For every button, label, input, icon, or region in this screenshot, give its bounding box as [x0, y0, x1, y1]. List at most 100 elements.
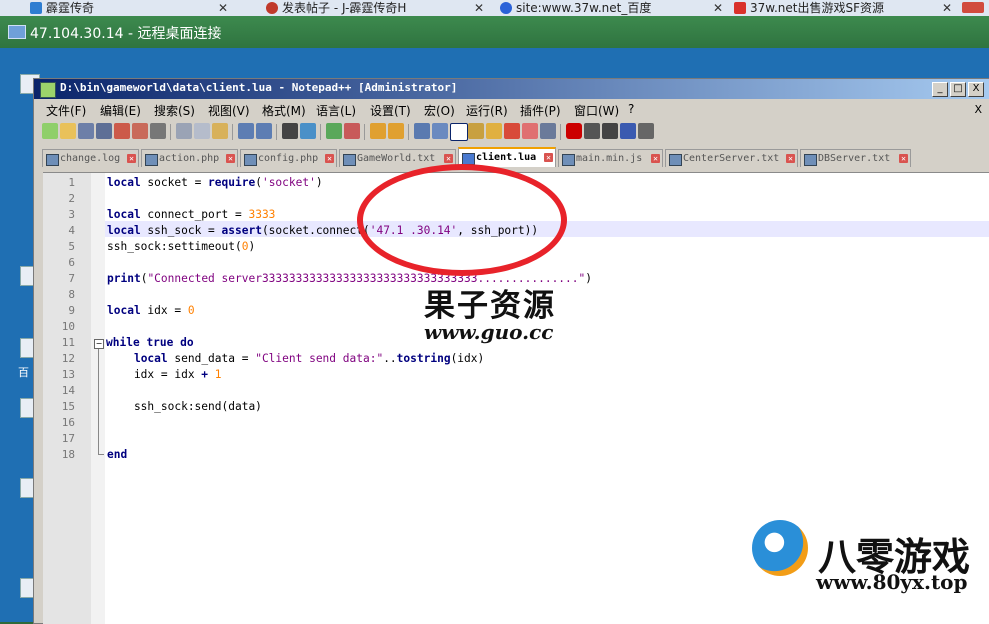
close-icon[interactable]: ✕	[218, 0, 228, 16]
line-number: 9	[68, 304, 75, 317]
minimize-button[interactable]: _	[932, 82, 948, 97]
file-icon	[145, 154, 158, 166]
open-file-icon[interactable]	[60, 123, 76, 139]
browser-close-icon[interactable]	[962, 2, 984, 13]
desktop-icon-label: 百	[18, 366, 29, 379]
fold-range-line	[98, 349, 99, 454]
browser-tab[interactable]: 发表帖子 - J-霹霆传奇H ✕	[266, 0, 486, 16]
browser-tab[interactable]: 37w.net出售游戏SF资源 ✕	[734, 0, 954, 16]
watermark-url: www.guo.cc	[424, 320, 554, 344]
menu-format[interactable]: 格式(M)	[262, 102, 306, 119]
save-macro-icon[interactable]	[638, 123, 654, 139]
menu-edit[interactable]: 编辑(E)	[100, 102, 141, 119]
file-tab[interactable]: action.php ✕	[141, 149, 238, 167]
menu-macro[interactable]: 宏(O)	[424, 102, 455, 119]
record-macro-icon[interactable]	[566, 123, 582, 139]
undo-icon[interactable]	[238, 123, 254, 139]
toolbar	[42, 121, 982, 143]
toolbar-separator	[560, 124, 561, 140]
menu-help[interactable]: ?	[628, 102, 634, 116]
tab-close-icon[interactable]: ✕	[226, 154, 235, 163]
tab-close-icon[interactable]: ✕	[651, 154, 660, 163]
file-tab-label: action.php	[159, 153, 220, 164]
save-all-icon[interactable]	[96, 123, 112, 139]
file-icon	[804, 154, 817, 166]
line-number: 8	[68, 288, 75, 301]
sync-horizontal-icon[interactable]	[388, 123, 404, 139]
user-language-icon[interactable]	[468, 123, 484, 139]
sync-vertical-icon[interactable]	[370, 123, 386, 139]
folder-workspace-icon[interactable]	[522, 123, 538, 139]
file-tab-label: client.lua	[476, 152, 537, 163]
menu-file[interactable]: 文件(F)	[46, 102, 86, 119]
file-tab[interactable]: CenterServer.txt ✕	[665, 149, 798, 167]
run-macro-multiple-icon[interactable]	[620, 123, 636, 139]
menu-window[interactable]: 窗口(W)	[574, 102, 619, 119]
close-icon[interactable]: ✕	[713, 0, 723, 16]
close-icon[interactable]: ✕	[942, 0, 952, 16]
tab-close-icon[interactable]: ✕	[444, 154, 453, 163]
play-macro-icon[interactable]	[602, 123, 618, 139]
window-buttons: _ □ X	[930, 82, 984, 101]
tab-close-icon[interactable]: ✕	[786, 154, 795, 163]
watermark-title: 果子资源	[424, 288, 556, 324]
function-list-icon[interactable]	[504, 123, 520, 139]
replace-icon[interactable]	[300, 123, 316, 139]
close-document-button[interactable]: X	[974, 103, 982, 116]
code-line: while true do	[106, 336, 194, 349]
file-tab[interactable]: change.log ✕	[42, 149, 139, 167]
maximize-button[interactable]: □	[950, 82, 966, 97]
close-file-icon[interactable]	[114, 123, 130, 139]
remote-desktop-icon	[8, 25, 26, 39]
file-tab[interactable]: main.min.js ✕	[558, 149, 663, 167]
rdp-title: 47.104.30.14 - 远程桌面连接	[30, 26, 222, 42]
file-tab-label: GameWorld.txt	[357, 153, 436, 164]
close-icon[interactable]: ✕	[474, 0, 484, 16]
tab-close-icon[interactable]: ✕	[544, 153, 553, 162]
menu-run[interactable]: 运行(R)	[466, 102, 508, 119]
zoom-in-icon[interactable]	[326, 123, 342, 139]
brand-logo-icon	[752, 520, 808, 576]
find-icon[interactable]	[282, 123, 298, 139]
word-wrap-icon[interactable]	[414, 123, 430, 139]
save-icon[interactable]	[78, 123, 94, 139]
zoom-out-icon[interactable]	[344, 123, 360, 139]
browser-tab-label: site:www.37w.net_百度	[516, 1, 652, 15]
print-icon[interactable]	[150, 123, 166, 139]
menu-plugins[interactable]: 插件(P)	[520, 102, 561, 119]
close-button[interactable]: X	[968, 82, 984, 97]
new-file-icon[interactable]	[42, 123, 58, 139]
toolbar-separator	[364, 124, 365, 140]
browser-tab-label: 霹霆传奇	[46, 1, 95, 15]
file-tab-label: DBServer.txt	[818, 153, 891, 164]
fold-collapse-icon[interactable]: −	[94, 339, 104, 349]
copy-icon[interactable]	[194, 123, 210, 139]
browser-tab[interactable]: site:www.37w.net_百度 ✕	[500, 0, 725, 16]
indent-guide-icon[interactable]	[450, 123, 468, 141]
tab-close-icon[interactable]: ✕	[899, 154, 908, 163]
show-all-chars-icon[interactable]	[432, 123, 448, 139]
tab-close-icon[interactable]: ✕	[127, 154, 136, 163]
browser-tab-strip: 霹霆传奇 ✕ 发表帖子 - J-霹霆传奇H ✕ site:www.37w.net…	[0, 0, 989, 17]
file-tab[interactable]: DBServer.txt ✕	[800, 149, 911, 167]
cut-icon[interactable]	[176, 123, 192, 139]
code-line: local connect_port = 3333	[107, 208, 276, 221]
file-tab[interactable]: config.php ✕	[240, 149, 337, 167]
annotation-circle	[357, 164, 567, 276]
menu-settings[interactable]: 设置(T)	[370, 102, 411, 119]
menu-view[interactable]: 视图(V)	[208, 102, 250, 119]
paste-icon[interactable]	[212, 123, 228, 139]
doc-map-icon[interactable]	[486, 123, 502, 139]
close-all-icon[interactable]	[132, 123, 148, 139]
browser-tab[interactable]: 霹霆传奇 ✕	[30, 0, 230, 16]
file-tab[interactable]: GameWorld.txt ✕	[339, 149, 456, 167]
stop-record-icon[interactable]	[584, 123, 600, 139]
redo-icon[interactable]	[256, 123, 272, 139]
menu-search[interactable]: 搜索(S)	[154, 102, 195, 119]
monitoring-icon[interactable]	[540, 123, 556, 139]
line-number: 15	[61, 400, 75, 413]
tab-close-icon[interactable]: ✕	[325, 154, 334, 163]
line-number: 16	[61, 416, 75, 429]
file-icon	[46, 154, 59, 166]
menu-language[interactable]: 语言(L)	[316, 102, 356, 119]
